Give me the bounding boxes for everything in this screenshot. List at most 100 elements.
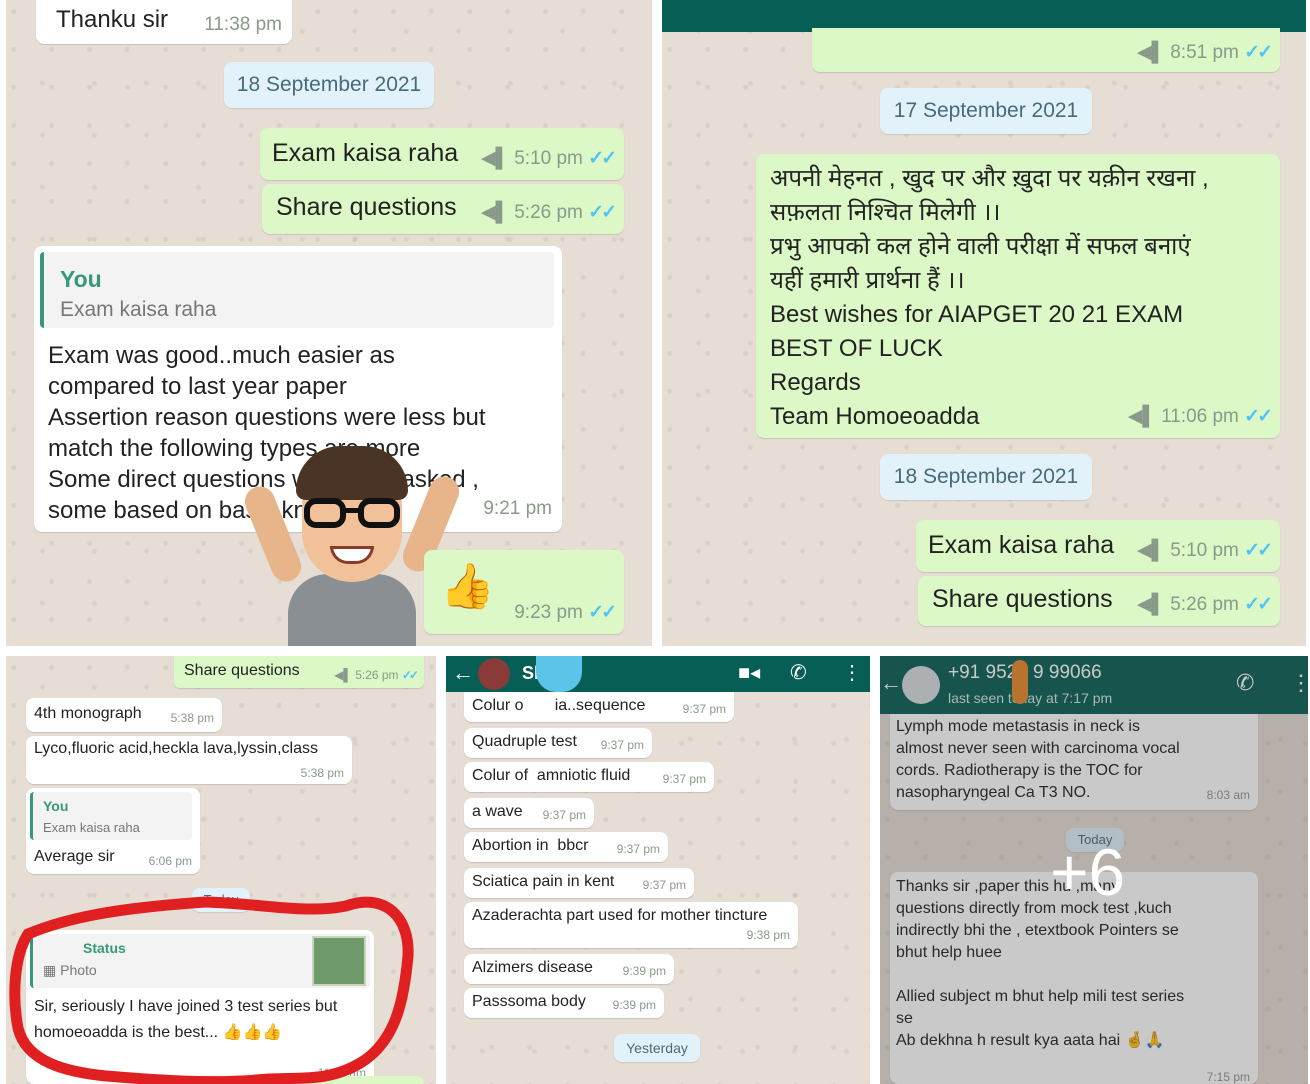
message-time: 9:38 pm xyxy=(746,928,790,942)
message-time: 5:26 pm xyxy=(514,202,583,223)
video-call-icon[interactable]: ■◂ xyxy=(738,660,760,685)
back-arrow-icon[interactable]: ← xyxy=(880,670,902,696)
date-chip: 18 September 2021 xyxy=(224,62,434,108)
screenshot-panel-5: ← +91 952 9 99066 last seen today at 7:1… xyxy=(880,656,1308,1084)
chat-header: ← +91 952 9 99066 last seen today at 7:1… xyxy=(880,656,1308,714)
message-bubble[interactable]: Thanku sir 11:38 pm xyxy=(36,0,292,44)
message-text: Thanku sir xyxy=(56,6,169,33)
message-bubble[interactable]: Azaderachta part used for mother tinctur… xyxy=(464,902,798,948)
message-bubble[interactable]: Colur o ia..sequence 9:37 pm xyxy=(464,692,734,722)
read-ticks-icon: ✓✓ xyxy=(1244,594,1273,615)
message-time: 9:37 pm xyxy=(616,842,660,856)
message-text: Lymph mode metastasis in neck is almost … xyxy=(896,718,1180,801)
message-time: 11:06 pm xyxy=(1161,406,1239,427)
quoted-status[interactable]: Status ▦ Photo xyxy=(30,934,370,988)
read-ticks-icon: ✓✓ xyxy=(1244,406,1273,427)
menu-icon[interactable]: ⋮ xyxy=(1290,670,1308,696)
message-time: 9:39 pm xyxy=(612,998,656,1012)
more-images-count[interactable]: +6 xyxy=(1050,834,1125,910)
thumbs-up-icon: 👍 xyxy=(440,562,495,611)
message-bubble[interactable]: Exam kaisa raha ◀▌ 5:10 pm ✓✓ xyxy=(260,128,624,180)
message-bubble[interactable]: ◀▌ 8:51 pm ✓✓ xyxy=(812,28,1280,72)
contact-avatar[interactable] xyxy=(902,666,940,704)
status-reply-bubble[interactable]: Status ▦ Photo Sir, seriously I have joi… xyxy=(26,930,374,1084)
quoted-message[interactable]: You Exam kaisa raha xyxy=(40,252,554,328)
date-chip: Yesterday xyxy=(614,1034,700,1062)
date-chip: Today xyxy=(192,888,250,912)
screenshot-panel-4: ← Sh ■◂ ✆ ⋮ Colur o ia..sequence 9:37 pm Q… xyxy=(446,656,870,1084)
message-text: Azaderachta part used for mother tinctur… xyxy=(472,907,768,924)
sticker-message-bubble[interactable]: 👍 9:23 pm ✓✓ xyxy=(424,550,624,634)
read-ticks-icon: ✓✓ xyxy=(1244,540,1273,561)
back-arrow-icon[interactable]: ← xyxy=(452,660,474,686)
screenshot-panel-3: Share questions ◀▌ 5:26 pm ✓✓ 4th monogr… xyxy=(6,656,436,1084)
avatar-hair xyxy=(296,446,408,500)
date-chip: 18 September 2021 xyxy=(880,454,1092,500)
message-text: Sciatica pain in kent xyxy=(472,873,615,890)
phone-icon[interactable]: ✆ xyxy=(790,660,807,685)
message-meta: ◀▌ 5:26 pm ✓✓ xyxy=(1136,593,1273,616)
date-chip: 17 September 2021 xyxy=(880,88,1092,134)
message-bubble[interactable]: Share questions ◀▌ 5:26 pm ✓✓ xyxy=(918,576,1280,626)
message-time: 9:37 pm xyxy=(642,878,686,892)
message-text: Exam kaisa raha xyxy=(928,531,1115,559)
chat-header: ← Sh ■◂ ✆ ⋮ xyxy=(446,656,870,692)
read-ticks-icon: ✓✓ xyxy=(588,602,617,623)
message-meta: 9:23 pm ✓✓ xyxy=(514,601,617,624)
quote-author: You xyxy=(43,798,69,814)
message-time: 9:37 pm xyxy=(542,808,586,822)
message-bubble[interactable]: Share questions ◀▌ 5:26 pm ✓✓ xyxy=(174,656,424,688)
add-call-icon[interactable]: ✆ xyxy=(1236,670,1254,696)
mic-icon: ◀▌ xyxy=(480,148,509,169)
message-time: 9:37 pm xyxy=(600,738,644,752)
message-time: 5:10 pm xyxy=(514,148,583,169)
message-time: 5:10 pm xyxy=(1170,540,1239,561)
message-meta: ◀▌ 5:26 pm ✓✓ xyxy=(480,201,617,224)
message-text: Colur of amniotic fluid xyxy=(472,767,631,784)
message-bubble[interactable]: अपनी मेहनत , खुद पर और ख़ुदा पर यक़ीन रख… xyxy=(756,154,1280,438)
mic-icon: ◀▌ xyxy=(1136,540,1165,561)
message-bubble[interactable]: Share questions ◀▌ 5:26 pm ✓✓ xyxy=(262,184,624,234)
message-bubble[interactable]: Colur of amniotic fluid 9:37 pm xyxy=(464,762,714,792)
message-meta: ◀▌ 8:51 pm ✓✓ xyxy=(1137,41,1273,64)
message-time: 9:39 pm xyxy=(622,964,666,978)
message-bubble[interactable]: a wave 9:37 pm xyxy=(464,798,594,828)
quoted-message[interactable]: You Exam kaisa raha xyxy=(30,792,192,840)
mic-icon: ◀▌ xyxy=(1136,594,1165,615)
message-bubble[interactable]: Lymph mode metastasis in neck is almost … xyxy=(890,714,1258,810)
message-time: 7:15 pm xyxy=(1206,1070,1250,1084)
message-bubble[interactable]: Quadruple test 9:37 pm xyxy=(464,728,652,758)
mic-icon: ◀▌ xyxy=(480,202,509,223)
message-text: Thanks sir ,paper this hu ,many question… xyxy=(896,878,1185,1049)
message-time: 6:06 pm xyxy=(148,854,192,868)
read-ticks-icon: ✓✓ xyxy=(588,202,617,223)
quote-text: Exam kaisa raha xyxy=(60,298,217,321)
message-bubble[interactable]: Exam kaisa raha ◀▌ 5:10 pm ✓✓ xyxy=(916,520,1280,572)
message-text: Alzimers disease xyxy=(472,959,593,976)
contact-avatar[interactable] xyxy=(478,658,510,690)
message-bubble[interactable]: Alzimers disease 9:39 pm xyxy=(464,954,674,984)
message-time: 8:03 am xyxy=(1206,788,1250,802)
message-bubble[interactable]: 4th monograph 5:38 pm xyxy=(26,698,222,732)
message-time: 9:37 pm xyxy=(682,702,726,716)
photo-label: ▦ Photo xyxy=(43,962,97,979)
message-time: 9:37 pm xyxy=(662,772,706,786)
message-bubble[interactable]: Lyco,fluoric acid,heckla lava,lyssin,cla… xyxy=(26,736,352,784)
message-text: Exam kaisa raha xyxy=(272,139,459,167)
message-meta: ◀▌ 5:26 pm ✓✓ xyxy=(334,668,419,682)
message-bubble[interactable]: Abortion in bbcr 9:37 pm xyxy=(464,832,668,862)
reply-message-bubble[interactable]: You Exam kaisa raha Average sir 6:06 pm xyxy=(26,788,200,874)
message-bubble[interactable]: Passsoma body 9:39 pm xyxy=(464,988,664,1018)
message-text: Abortion in bbcr xyxy=(472,837,589,854)
message-time: 9:23 pm xyxy=(514,602,583,623)
menu-icon[interactable]: ⋮ xyxy=(842,660,862,685)
message-bubble-partial[interactable] xyxy=(274,1076,424,1084)
message-meta: ◀▌ 11:06 pm ✓✓ xyxy=(1128,405,1273,428)
message-time: 5:38 pm xyxy=(170,711,214,725)
message-bubble[interactable]: Sciatica pain in kent 9:37 pm xyxy=(464,868,694,898)
message-text: Quadruple test xyxy=(472,733,577,750)
message-text: 4th monograph xyxy=(34,705,142,722)
message-text: Share questions xyxy=(184,662,300,679)
message-text: Passsoma body xyxy=(472,993,586,1010)
read-ticks-icon: ✓✓ xyxy=(588,148,617,169)
